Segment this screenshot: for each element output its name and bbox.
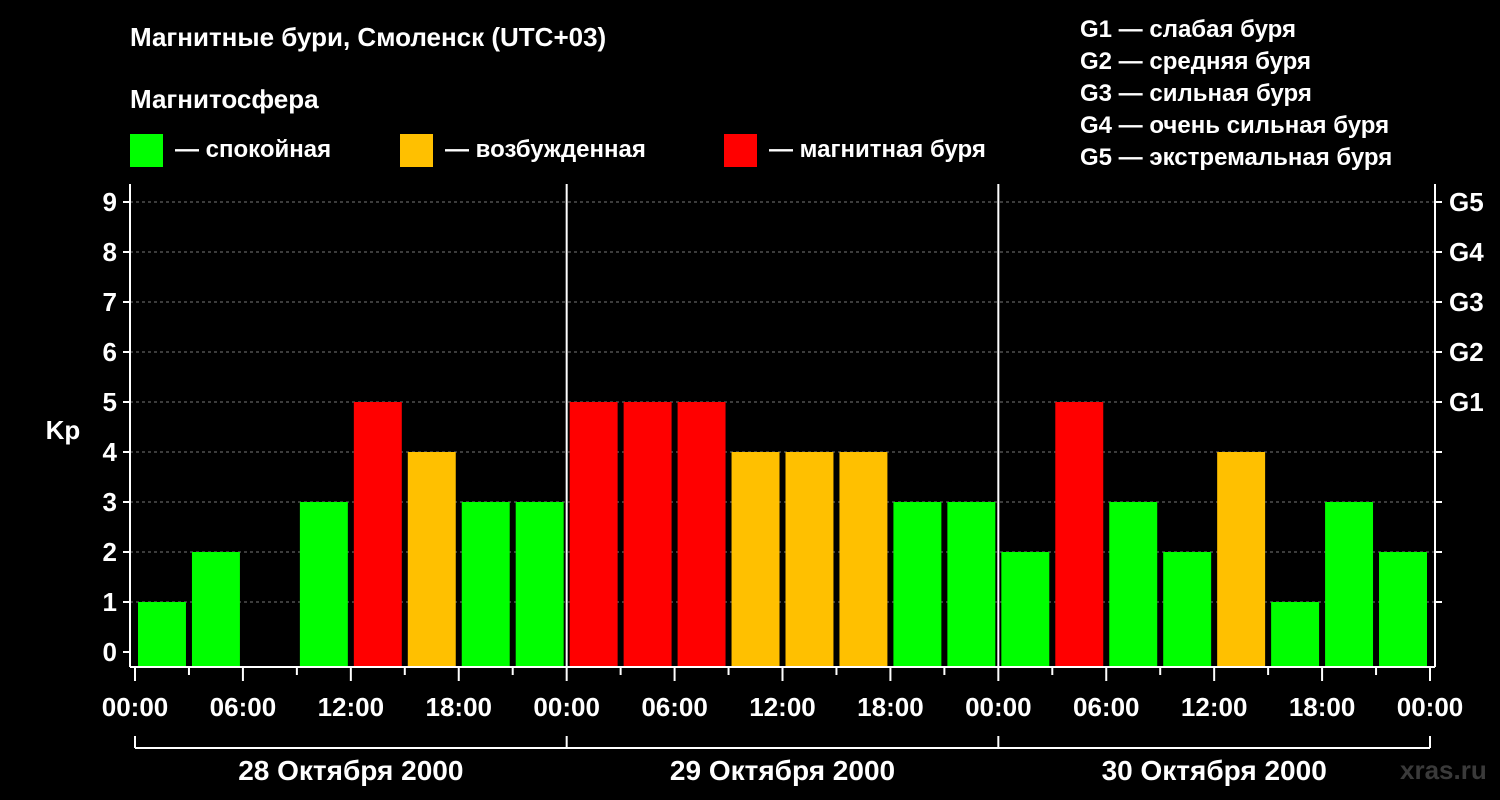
kp-bar-3 — [299, 502, 348, 667]
day-label-1: 29 Октября 2000 — [670, 755, 895, 786]
kp-bar-8 — [569, 402, 618, 667]
g-level-label-g5: G5 — [1449, 187, 1484, 217]
y-tick-label-8: 8 — [103, 237, 117, 267]
g-level-label-g3: G3 — [1449, 287, 1484, 317]
x-tick-label-10: 12:00 — [1181, 692, 1248, 722]
x-tick-label-8: 00:00 — [965, 692, 1032, 722]
kp-bar-14 — [893, 502, 942, 667]
y-tick-label-2: 2 — [103, 537, 117, 567]
kp-bar-22 — [1325, 502, 1374, 667]
y-tick-label-1: 1 — [103, 587, 117, 617]
day-label-2: 30 Октября 2000 — [1102, 755, 1327, 786]
kp-bar-16 — [1001, 552, 1050, 667]
y-tick-label-0: 0 — [103, 637, 117, 667]
kp-bar-13 — [839, 452, 888, 667]
kp-bar-0 — [138, 602, 186, 667]
x-tick-label-11: 18:00 — [1289, 692, 1356, 722]
kp-bar-6 — [461, 502, 510, 667]
kp-bar-21 — [1271, 602, 1320, 667]
kp-bar-23 — [1379, 552, 1427, 667]
kp-bar-20 — [1217, 452, 1266, 667]
kp-bar-11 — [731, 452, 780, 667]
kp-bar-17 — [1055, 402, 1104, 667]
x-tick-label-7: 18:00 — [857, 692, 924, 722]
kp-bar-4 — [353, 402, 402, 667]
kp-bar-19 — [1163, 552, 1212, 667]
x-tick-label-4: 00:00 — [533, 692, 600, 722]
y-tick-label-3: 3 — [103, 487, 117, 517]
y-tick-label-4: 4 — [103, 437, 118, 467]
x-tick-label-3: 18:00 — [426, 692, 493, 722]
x-tick-label-12: 00:00 — [1397, 692, 1464, 722]
y-axis-label: Kp — [46, 415, 81, 445]
y-tick-label-5: 5 — [103, 387, 117, 417]
x-tick-label-5: 06:00 — [641, 692, 708, 722]
kp-bar-1 — [191, 552, 240, 667]
y-tick-label-9: 9 — [103, 187, 117, 217]
y-tick-label-7: 7 — [103, 287, 117, 317]
g-level-label-g4: G4 — [1449, 237, 1484, 267]
kp-bar-7 — [515, 502, 564, 667]
x-tick-label-1: 06:00 — [210, 692, 277, 722]
x-tick-label-9: 06:00 — [1073, 692, 1140, 722]
kp-bar-12 — [785, 452, 834, 667]
kp-bar-18 — [1109, 502, 1158, 667]
kp-bar-15 — [947, 502, 996, 667]
x-tick-label-2: 12:00 — [318, 692, 385, 722]
x-tick-label-0: 00:00 — [102, 692, 169, 722]
watermark: xras.ru — [1400, 755, 1487, 785]
day-label-0: 28 Октября 2000 — [238, 755, 463, 786]
x-tick-label-6: 12:00 — [749, 692, 816, 722]
g-level-label-g2: G2 — [1449, 337, 1484, 367]
kp-bar-9 — [623, 402, 672, 667]
kp-bar-5 — [407, 452, 456, 667]
kp-bar-chart: 0 1 2 3 4 5 6 7 8 9 G1 G2 G3 G4 G5 Kp 00:00 06:00 12:00 18:… — [46, 184, 1484, 786]
g-level-label-g1: G1 — [1449, 387, 1484, 417]
kp-bar-10 — [677, 402, 726, 667]
y-tick-label-6: 6 — [103, 337, 117, 367]
